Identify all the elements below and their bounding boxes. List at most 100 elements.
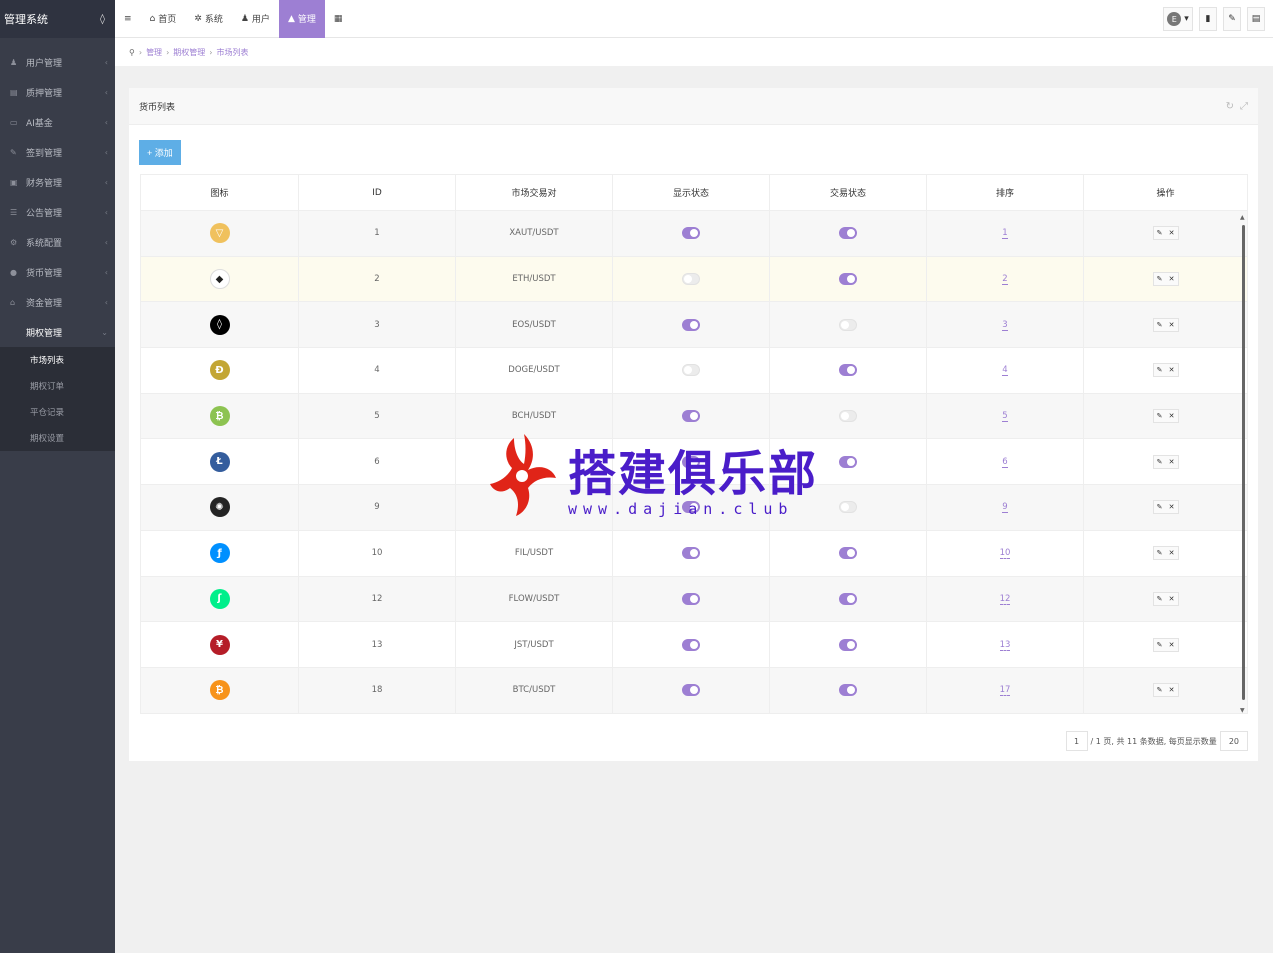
fullscreen-icon[interactable]: ⤢ bbox=[1240, 101, 1248, 112]
show-status-toggle[interactable] bbox=[682, 592, 700, 605]
scroll-up-icon[interactable]: ▲ bbox=[1240, 214, 1245, 221]
scroll-thumb[interactable] bbox=[1242, 225, 1245, 700]
top-nav-item[interactable]: ▲ 管理 bbox=[278, 0, 325, 38]
trade-status-toggle[interactable] bbox=[839, 547, 857, 560]
more-menu-button[interactable]: ▤ bbox=[1247, 7, 1265, 31]
show-status-toggle[interactable] bbox=[682, 318, 700, 331]
sidebar-item[interactable]: ♟ 用户管理 ‹ bbox=[0, 47, 115, 77]
cell-trade-status bbox=[769, 575, 927, 623]
sort-editable[interactable]: 1 bbox=[1002, 228, 1008, 240]
delete-icon[interactable]: ✕ bbox=[1166, 273, 1178, 285]
trade-status-toggle[interactable] bbox=[839, 318, 857, 331]
show-status-toggle[interactable] bbox=[682, 638, 700, 651]
sort-editable[interactable]: 17 bbox=[999, 685, 1011, 697]
delete-icon[interactable]: ✕ bbox=[1166, 227, 1178, 239]
breadcrumb-item[interactable]: 管理 bbox=[146, 47, 162, 58]
sidebar-item[interactable]: ● 货币管理 ‹ bbox=[0, 257, 115, 287]
edit-icon[interactable]: ✎ bbox=[1154, 593, 1166, 605]
submenu-item[interactable]: 市场列表 bbox=[0, 347, 115, 373]
refresh-icon[interactable]: ↻ bbox=[1226, 101, 1234, 112]
sidebar-item[interactable]: ▭ AI基金 ‹ bbox=[0, 107, 115, 137]
edit-profile-button[interactable]: ✎ bbox=[1223, 7, 1241, 31]
trade-status-toggle[interactable] bbox=[839, 684, 857, 697]
cell-icon: ◆ bbox=[140, 255, 299, 303]
delete-icon[interactable]: ✕ bbox=[1166, 547, 1178, 559]
edit-icon[interactable]: ✎ bbox=[1154, 547, 1166, 559]
cell-sort: 9 bbox=[926, 484, 1084, 531]
show-status-toggle[interactable] bbox=[682, 684, 700, 697]
top-nav-item[interactable]: ♟ 用户 bbox=[232, 0, 279, 38]
sort-editable[interactable]: 13 bbox=[999, 639, 1011, 651]
show-status-toggle[interactable] bbox=[682, 455, 700, 468]
show-status-toggle[interactable] bbox=[682, 547, 700, 560]
top-nav-item[interactable]: ⌂ 首页 bbox=[141, 0, 186, 38]
delete-icon[interactable]: ✕ bbox=[1166, 364, 1178, 376]
sort-editable[interactable]: 3 bbox=[1002, 319, 1008, 331]
sort-editable[interactable]: 10 bbox=[999, 548, 1011, 560]
menu-toggle-icon[interactable]: ≡ bbox=[115, 0, 141, 38]
sidebar-item[interactable]: ▣ 财务管理 ‹ bbox=[0, 167, 115, 197]
trade-status-toggle[interactable] bbox=[839, 501, 857, 514]
trade-status-toggle[interactable] bbox=[839, 410, 857, 423]
submenu-item[interactable]: 期权订单 bbox=[0, 373, 115, 399]
sort-editable[interactable]: 5 bbox=[1002, 411, 1008, 423]
show-status-toggle[interactable] bbox=[682, 227, 700, 240]
sort-editable[interactable]: 6 bbox=[1002, 456, 1008, 468]
delete-icon[interactable]: ✕ bbox=[1166, 319, 1178, 331]
delete-icon[interactable]: ✕ bbox=[1166, 593, 1178, 605]
sort-editable[interactable]: 12 bbox=[999, 593, 1011, 605]
edit-icon[interactable]: ✎ bbox=[1154, 273, 1166, 285]
breadcrumb-item[interactable]: 市场列表 bbox=[216, 47, 248, 58]
trade-status-toggle[interactable] bbox=[839, 592, 857, 605]
sidebar-item[interactable]: ✎ 签到管理 ‹ bbox=[0, 137, 115, 167]
edit-icon[interactable]: ✎ bbox=[1154, 364, 1166, 376]
clear-cache-button[interactable]: ▮ bbox=[1199, 7, 1217, 31]
edit-icon[interactable]: ✎ bbox=[1154, 319, 1166, 331]
cell-show-status bbox=[612, 347, 770, 394]
language-selector[interactable]: E ▾ bbox=[1163, 7, 1193, 31]
col-header-id[interactable]: ID bbox=[298, 174, 456, 211]
edit-icon[interactable]: ✎ bbox=[1154, 227, 1166, 239]
edit-icon[interactable]: ✎ bbox=[1154, 639, 1166, 651]
sort-editable[interactable]: 2 bbox=[1002, 274, 1008, 286]
trade-status-toggle[interactable] bbox=[839, 638, 857, 651]
show-status-toggle[interactable] bbox=[682, 501, 700, 514]
trade-status-toggle[interactable] bbox=[839, 364, 857, 377]
delete-icon[interactable]: ✕ bbox=[1166, 639, 1178, 651]
delete-icon[interactable]: ✕ bbox=[1166, 456, 1178, 468]
sort-editable[interactable]: 4 bbox=[1002, 365, 1008, 377]
show-status-toggle[interactable] bbox=[682, 364, 700, 377]
show-status-toggle[interactable] bbox=[682, 410, 700, 423]
scroll-down-icon[interactable]: ▼ bbox=[1240, 707, 1245, 714]
sidebar-item[interactable]: ☰ 公告管理 ‹ bbox=[0, 197, 115, 227]
edit-icon[interactable]: ✎ bbox=[1154, 410, 1166, 422]
delete-icon[interactable]: ✕ bbox=[1166, 410, 1178, 422]
grid-icon[interactable]: ▦ bbox=[325, 0, 352, 38]
submenu-item[interactable]: 期权设置 bbox=[0, 425, 115, 451]
add-button[interactable]: + 添加 bbox=[139, 140, 181, 165]
col-header-sort[interactable]: 排序 bbox=[926, 174, 1084, 211]
submenu-item[interactable]: 平仓记录 bbox=[0, 399, 115, 425]
delete-icon[interactable]: ✕ bbox=[1166, 501, 1178, 513]
breadcrumb-item[interactable]: 期权管理 bbox=[173, 47, 205, 58]
sidebar-item[interactable]: ⌂ 资金管理 ‹ bbox=[0, 287, 115, 317]
sidebar-item[interactable]: 期权管理 ⌄ bbox=[0, 317, 115, 347]
show-status-toggle[interactable] bbox=[682, 273, 700, 286]
top-nav-label: 用户 bbox=[251, 15, 270, 25]
top-nav-item[interactable]: ✲ 系统 bbox=[185, 0, 232, 38]
edit-icon[interactable]: ✎ bbox=[1154, 501, 1166, 513]
chevron-left-icon: ‹ bbox=[104, 297, 108, 307]
edit-icon[interactable]: ✎ bbox=[1154, 684, 1166, 696]
trade-status-toggle[interactable] bbox=[839, 227, 857, 240]
sidebar-item[interactable]: ▤ 质押管理 ‹ bbox=[0, 77, 115, 107]
delete-icon[interactable]: ✕ bbox=[1166, 684, 1178, 696]
sort-editable[interactable]: 9 bbox=[1002, 502, 1008, 514]
table-scrollbar[interactable]: ▲ ▼ bbox=[1240, 214, 1246, 714]
sidebar-item[interactable]: ⚙ 系统配置 ‹ bbox=[0, 227, 115, 257]
trade-status-toggle[interactable] bbox=[839, 273, 857, 286]
trade-status-toggle[interactable] bbox=[839, 455, 857, 468]
page-number-input[interactable]: 1 bbox=[1065, 731, 1088, 751]
page-size-select[interactable]: 20 bbox=[1219, 731, 1248, 751]
collapse-toggle-icon[interactable]: ◊ bbox=[100, 14, 105, 25]
edit-icon[interactable]: ✎ bbox=[1154, 456, 1166, 468]
